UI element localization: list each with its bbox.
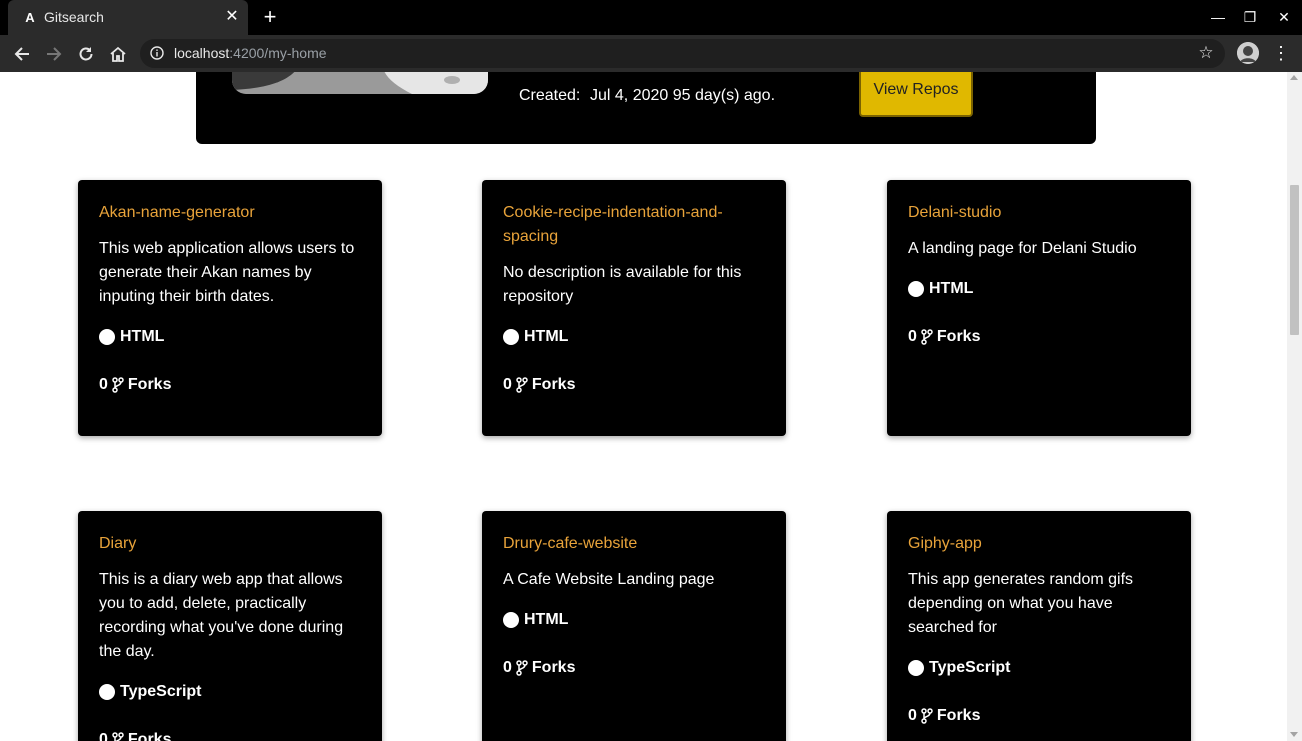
- back-icon[interactable]: [10, 42, 34, 66]
- restore-icon[interactable]: ❐: [1240, 7, 1260, 27]
- repo-language: HTML: [503, 325, 765, 349]
- fork-icon: [112, 377, 124, 393]
- repo-forks: 0 Forks: [908, 325, 1170, 349]
- fork-icon: [112, 732, 124, 741]
- reload-icon[interactable]: [74, 42, 98, 66]
- repo-description: This web application allows users to gen…: [99, 240, 355, 305]
- repo-forks: 0 Forks: [99, 373, 361, 397]
- close-window-icon[interactable]: ✕: [1274, 7, 1294, 27]
- created-value: Jul 4, 2020 95 day(s) ago.: [590, 87, 776, 104]
- tab-title: Gitsearch: [44, 9, 104, 25]
- repo-card: Akan-name-generator This web application…: [78, 180, 382, 436]
- forks-count: 0: [908, 328, 917, 345]
- view-repos-button[interactable]: View Repos: [859, 72, 973, 117]
- language-label: HTML: [929, 280, 974, 297]
- fork-icon: [516, 660, 528, 676]
- repo-language: TypeScript: [99, 680, 361, 704]
- scroll-up-arrow-icon[interactable]: [1290, 75, 1298, 80]
- forks-label: Forks: [127, 731, 172, 741]
- repo-forks: 0 Forks: [503, 656, 765, 680]
- repo-name-link[interactable]: Diary: [99, 532, 361, 556]
- language-label: HTML: [120, 328, 165, 345]
- repo-card: Diary This is a diary web app that allow…: [78, 511, 382, 741]
- repo-description: A Cafe Website Landing page: [503, 571, 715, 588]
- repo-language: HTML: [99, 325, 361, 349]
- language-label: HTML: [524, 611, 569, 628]
- minimize-icon[interactable]: —: [1208, 7, 1228, 27]
- repo-description: This app generates random gifs depending…: [908, 571, 1134, 636]
- browser-toolbar: localhost:4200/my-home ☆: [0, 35, 1302, 72]
- repo-card: Drury-cafe-website A Cafe Website Landin…: [482, 511, 786, 741]
- repo-name-link[interactable]: Giphy-app: [908, 532, 1170, 556]
- forks-count: 0: [99, 376, 108, 393]
- language-dot-icon: [908, 281, 924, 297]
- repo-name-link[interactable]: Delani-studio: [908, 201, 1170, 225]
- url-text: localhost:4200/my-home: [174, 45, 327, 61]
- repo-name-link[interactable]: Akan-name-generator: [99, 201, 361, 225]
- page-scrollbar[interactable]: [1287, 72, 1302, 741]
- profile-photo: [232, 72, 488, 94]
- repo-description: No description is available for this rep…: [503, 264, 742, 305]
- bookmark-star-icon[interactable]: ☆: [1197, 44, 1215, 62]
- language-dot-icon: [908, 660, 924, 676]
- repo-description: This is a diary web app that allows you …: [99, 571, 344, 660]
- forks-label: Forks: [531, 659, 576, 676]
- repo-language: TypeScript: [908, 656, 1170, 680]
- fork-icon: [921, 329, 933, 345]
- profile-panel: Created: Jul 4, 2020 95 day(s) ago. View…: [196, 72, 1096, 144]
- browser-tab[interactable]: A Gitsearch ✕: [8, 0, 248, 35]
- language-label: HTML: [524, 328, 569, 345]
- language-dot-icon: [99, 329, 115, 345]
- address-bar[interactable]: localhost:4200/my-home ☆: [140, 39, 1225, 68]
- forks-count: 0: [503, 376, 512, 393]
- repo-forks: 0 Forks: [99, 728, 361, 741]
- home-icon[interactable]: [106, 42, 130, 66]
- language-label: TypeScript: [120, 683, 202, 700]
- repo-card: Delani-studio A landing page for Delani …: [887, 180, 1191, 436]
- profile-avatar[interactable]: [1237, 42, 1259, 64]
- info-icon[interactable]: [150, 46, 164, 60]
- forks-label: Forks: [936, 707, 981, 724]
- browser-tab-strip: A Gitsearch ✕ + — ❐ ✕: [0, 0, 1302, 35]
- repo-name-link[interactable]: Drury-cafe-website: [503, 532, 765, 556]
- repo-language: HTML: [503, 608, 765, 632]
- scrollbar-thumb[interactable]: [1290, 185, 1299, 335]
- fork-icon: [516, 377, 528, 393]
- forward-icon[interactable]: [42, 42, 66, 66]
- created-label: Created:: [519, 87, 581, 104]
- new-tab-button[interactable]: +: [258, 5, 282, 29]
- browser-menu-icon[interactable]: ⋮: [1272, 42, 1290, 64]
- language-dot-icon: [99, 684, 115, 700]
- repo-forks: 0 Forks: [503, 373, 765, 397]
- forks-label: Forks: [936, 328, 981, 345]
- language-dot-icon: [503, 329, 519, 345]
- scroll-down-arrow-icon[interactable]: [1290, 732, 1298, 737]
- page-viewport: Created: Jul 4, 2020 95 day(s) ago. View…: [0, 72, 1287, 741]
- repo-forks: 0 Forks: [908, 704, 1170, 728]
- repo-description: A landing page for Delani Studio: [908, 240, 1137, 257]
- angular-logo-icon: A: [25, 9, 35, 25]
- forks-label: Forks: [127, 376, 172, 393]
- repo-card: Giphy-app This app generates random gifs…: [887, 511, 1191, 741]
- forks-count: 0: [99, 731, 108, 741]
- repo-card: Cookie-recipe-indentation-and-spacing No…: [482, 180, 786, 436]
- forks-label: Forks: [531, 376, 576, 393]
- forks-count: 0: [908, 707, 917, 724]
- repo-name-link[interactable]: Cookie-recipe-indentation-and-spacing: [503, 201, 765, 249]
- forks-count: 0: [503, 659, 512, 676]
- repo-language: HTML: [908, 277, 1170, 301]
- language-label: TypeScript: [929, 659, 1011, 676]
- fork-icon: [921, 708, 933, 724]
- language-dot-icon: [503, 612, 519, 628]
- close-tab-icon[interactable]: ✕: [222, 7, 242, 27]
